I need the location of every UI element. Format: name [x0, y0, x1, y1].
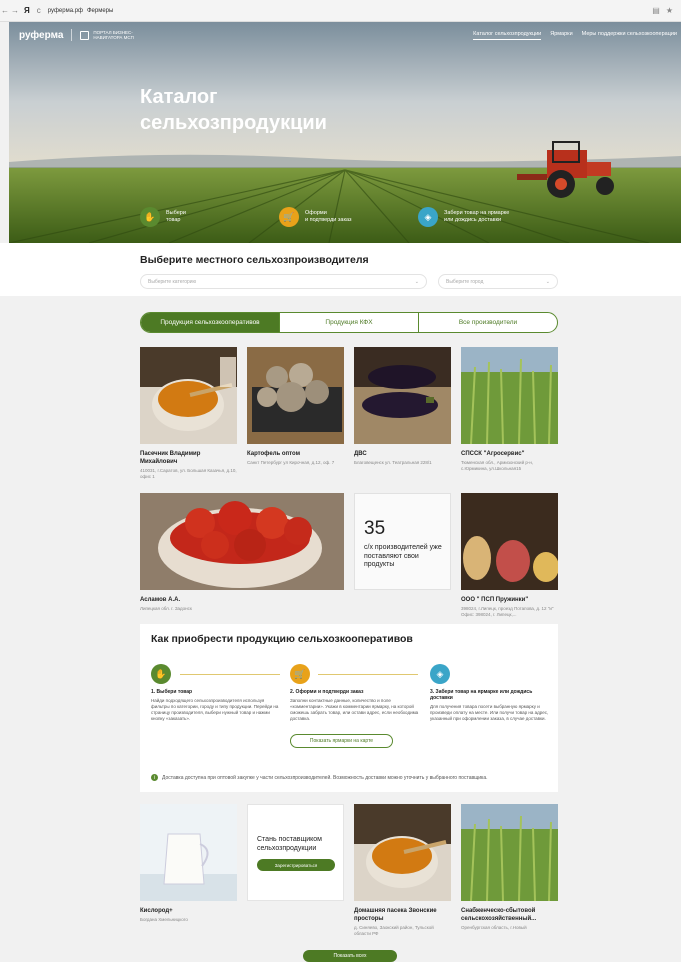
tag-icon: ◈	[430, 664, 450, 684]
bookmark-icon[interactable]: ★	[666, 6, 673, 15]
ruferma-logo[interactable]: руферма	[19, 30, 63, 41]
wheat-photo	[461, 804, 558, 901]
browser-bar: ← → Я c руферма.рф Фермеры ▤ ★	[0, 0, 681, 22]
counter-number: 35	[364, 518, 386, 539]
filter-title: Выберите местного сельхозпроизводителя	[140, 254, 369, 266]
honey-photo	[140, 347, 237, 444]
producer-card[interactable]: ООО " ПСП Пружинки" 398024, г.Липецк, пр…	[461, 493, 558, 618]
category-select[interactable]: Выберите категорию ⌄	[140, 274, 427, 289]
hero-step-3: ◈ Забери товар на ярмарке или дождись дос…	[418, 207, 509, 227]
producer-card[interactable]: Пасечник Владимир Михайлович 410031, г.Са…	[140, 347, 237, 480]
reload-icon[interactable]: c	[34, 6, 44, 15]
menu-support[interactable]: Меры поддержки сельхозкооперации	[582, 31, 677, 40]
cart-icon: 🛒	[279, 207, 299, 227]
filter-section: Выберите местного сельхозпроизводителя В…	[0, 243, 681, 296]
milk-photo	[140, 804, 237, 901]
potato-mix-photo	[461, 493, 558, 590]
become-supplier-card: Стань поставщиком сельхозпродукции Зарег…	[247, 804, 344, 901]
producer-card[interactable]: Домашняя пасека Звонские просторы д. Синя…	[354, 804, 451, 937]
tomato-photo	[140, 493, 344, 590]
chevron-down-icon: ⌄	[545, 278, 550, 285]
yandex-logo[interactable]: Я	[24, 6, 30, 15]
show-fairs-map-button[interactable]: Показать ярмарки на карте	[290, 734, 393, 748]
cart-icon: 🛒	[290, 664, 310, 684]
tab-all[interactable]: Все производители	[419, 313, 557, 332]
honey-photo	[354, 804, 451, 901]
how-title: Как приобрести продукцию сельхозкооперат…	[151, 633, 413, 645]
tag-icon: ◈	[418, 207, 438, 227]
hero-step-2: 🛒 Оформи и подтверди заказ	[279, 207, 352, 227]
producer-card[interactable]: Картофель оптом Санкт Петербург ул Кироч…	[247, 347, 344, 466]
register-button[interactable]: Зарегистрироваться	[257, 859, 335, 871]
potato-photo	[247, 347, 344, 444]
how-step-2: 🛒 2. Оформи и подтверди заказ Заполни ко…	[290, 664, 420, 722]
info-icon: i	[151, 774, 158, 781]
eggplant-photo	[354, 347, 451, 444]
delivery-note: i Доставка доступна при оптовой закупке …	[151, 774, 488, 781]
wheat-photo	[461, 347, 558, 444]
portal-icon	[80, 30, 90, 40]
producer-card[interactable]: СПССК "Агросервис" Тюменская обл., Армиз…	[461, 347, 558, 472]
hand-icon: ✋	[151, 664, 171, 684]
how-to-buy: Как приобрести продукцию сельхозкооперат…	[140, 624, 558, 792]
how-step-1: ✋ 1. Выбери товар Найди подходящего сель…	[151, 664, 281, 722]
producer-card[interactable]: Кислород+ Богдана Хмельницкого	[140, 804, 237, 923]
tab-kfh[interactable]: Продукция КФХ	[280, 313, 419, 332]
hero-banner: руферма ПОРТАЛ БИЗНЕС- НАВИГАТОРА МСП Кат…	[9, 22, 681, 243]
portal-link[interactable]: ПОРТАЛ БИЗНЕС- НАВИГАТОРА МСП	[80, 30, 140, 40]
tabs-icon[interactable]: ▤	[652, 6, 660, 15]
show-all-button[interactable]: Показать всех	[303, 950, 397, 962]
forward-icon[interactable]: →	[10, 6, 20, 15]
producer-tabs: Продукция сельхозкооперативов Продукция …	[140, 312, 558, 333]
tab-cooperatives[interactable]: Продукция сельхозкооперативов	[141, 313, 280, 332]
back-icon[interactable]: ←	[0, 6, 10, 15]
hero-step-1: ✋ Выбери товар	[140, 207, 186, 227]
producer-card[interactable]: Снабженческо-сбытовой сельскохозяйственны…	[461, 804, 558, 931]
producer-card[interactable]: ДВС Благовещенск ул. Театральная 228/1	[354, 347, 451, 466]
supplier-text: Стань поставщиком сельхозпродукции	[257, 836, 322, 852]
counter-text: с/х производителей уже поставляют свои п…	[364, 544, 442, 568]
producer-card[interactable]: Асламов А.А. Липецкая обл. г. Задонск	[140, 493, 344, 612]
main-menu: Каталог сельхозпродукции Ярмарки Меры по…	[473, 31, 677, 40]
address-bar[interactable]: руферма.рф Фермеры	[48, 8, 114, 14]
page-title: Каталог сельхозпродукции	[140, 86, 327, 134]
menu-fairs[interactable]: Ярмарки	[550, 31, 572, 40]
hand-icon: ✋	[140, 207, 160, 227]
producers-counter: 35 с/х производителей уже поставляют сво…	[354, 493, 451, 590]
menu-catalog[interactable]: Каталог сельхозпродукции	[473, 31, 542, 40]
how-step-3: ◈ 3. Забери товар на ярмарке или дождись…	[430, 664, 550, 722]
city-select[interactable]: Выберите город ⌄	[438, 274, 558, 289]
chevron-down-icon: ⌄	[414, 278, 419, 285]
